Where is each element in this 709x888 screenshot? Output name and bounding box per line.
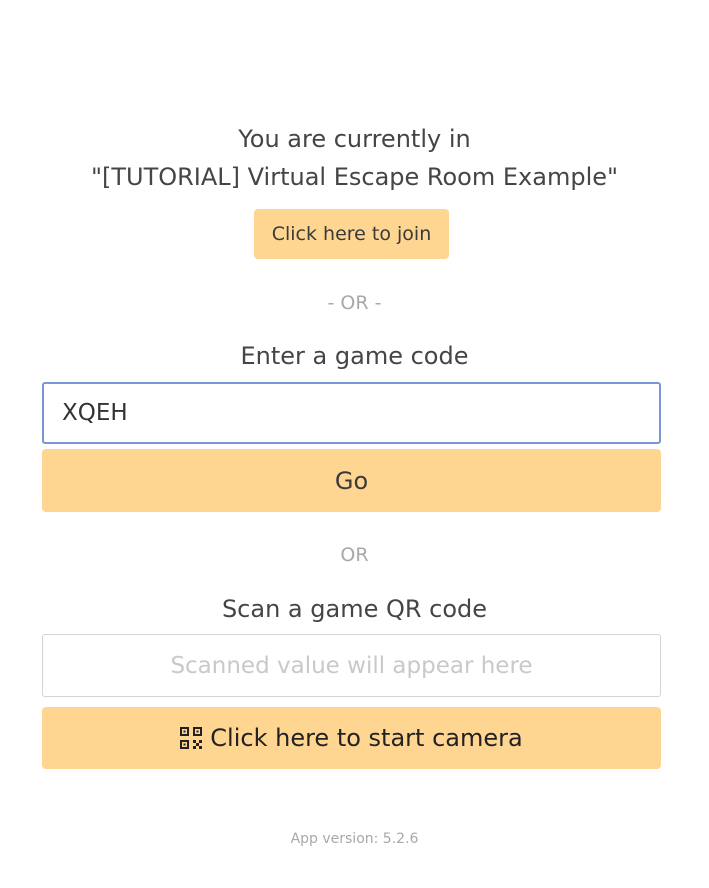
qr-scan-label: Scan a game QR code bbox=[221, 595, 488, 623]
or-separator-top: - OR - bbox=[327, 292, 382, 314]
current-game-banner: You are currently in "[TUTORIAL] Virtual… bbox=[0, 120, 709, 196]
or-separator-bottom: OR bbox=[340, 544, 369, 566]
go-button[interactable]: Go bbox=[42, 449, 661, 512]
join-game-button[interactable]: Click here to join bbox=[254, 209, 449, 259]
current-game-title: "[TUTORIAL] Virtual Escape Room Example" bbox=[90, 163, 619, 191]
game-code-input[interactable] bbox=[42, 382, 661, 444]
app-version: App version: 5.2.6 bbox=[290, 831, 419, 847]
game-join-page: You are currently in "[TUTORIAL] Virtual… bbox=[0, 0, 709, 888]
current-game-intro: You are currently in bbox=[238, 125, 471, 153]
start-camera-button[interactable]: Click here to start camera bbox=[42, 707, 661, 769]
game-code-label: Enter a game code bbox=[240, 342, 469, 370]
qrcode-icon bbox=[180, 727, 203, 749]
start-camera-label: Click here to start camera bbox=[210, 724, 523, 752]
scanned-value-field[interactable] bbox=[42, 634, 661, 697]
